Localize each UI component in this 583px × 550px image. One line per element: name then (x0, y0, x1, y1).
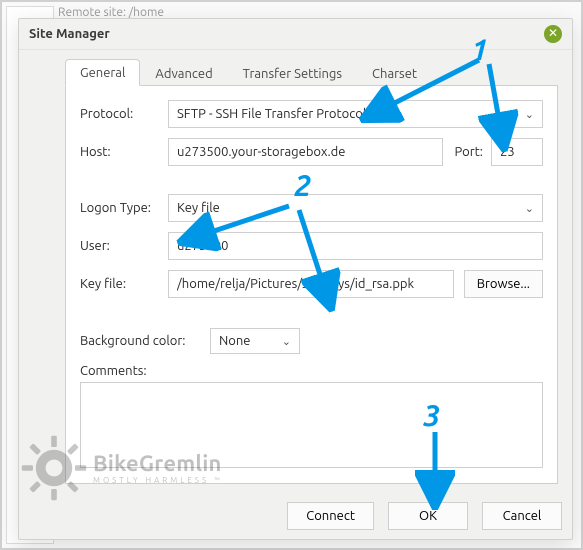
background-color-value: None (219, 334, 251, 348)
comments-label: Comments: (80, 364, 543, 378)
port-input[interactable] (491, 138, 543, 166)
tabstrip: General Advanced Transfer Settings Chars… (65, 58, 558, 86)
site-manager-dialog: Site Manager ✕ General Advanced Transfer… (18, 18, 573, 540)
logon-type-select[interactable]: Key file ⌄ (168, 194, 543, 222)
keyfile-label: Key file: (80, 277, 168, 291)
chevron-down-icon: ⌄ (525, 202, 534, 215)
comments-textarea[interactable] (80, 382, 543, 468)
tab-charset[interactable]: Charset (357, 60, 432, 86)
host-input[interactable] (168, 138, 443, 166)
keyfile-input[interactable] (168, 270, 454, 298)
background-color-select[interactable]: None ⌄ (210, 328, 300, 354)
browse-button[interactable]: Browse... (464, 270, 543, 298)
dialog-titlebar: Site Manager ✕ (19, 19, 572, 50)
logon-type-label: Logon Type: (80, 201, 168, 215)
ok-button[interactable]: OK (388, 502, 468, 530)
close-button[interactable]: ✕ (544, 25, 562, 43)
chevron-down-icon: ⌄ (282, 335, 291, 348)
protocol-value: SFTP - SSH File Transfer Protocol (177, 107, 366, 121)
user-label: User: (80, 239, 168, 253)
tabcontent-general: Protocol: SFTP - SSH File Transfer Proto… (65, 86, 558, 484)
user-input[interactable] (168, 232, 543, 260)
cancel-button[interactable]: Cancel (482, 502, 562, 530)
connect-button[interactable]: Connect (287, 502, 374, 530)
host-label: Host: (80, 145, 168, 159)
logon-type-value: Key file (177, 201, 220, 215)
tab-general[interactable]: General (65, 59, 140, 86)
dialog-title: Site Manager (29, 27, 110, 41)
chevron-down-icon: ⌄ (525, 108, 534, 121)
protocol-label: Protocol: (80, 107, 168, 121)
port-label: Port: (455, 145, 483, 159)
dialog-footer: Connect OK Cancel (19, 494, 572, 540)
tab-transfer-settings[interactable]: Transfer Settings (228, 60, 357, 86)
tab-advanced[interactable]: Advanced (140, 60, 227, 86)
background-color-label: Background color: (80, 334, 210, 348)
close-icon: ✕ (548, 28, 558, 40)
protocol-select[interactable]: SFTP - SSH File Transfer Protocol ⌄ (168, 100, 543, 128)
